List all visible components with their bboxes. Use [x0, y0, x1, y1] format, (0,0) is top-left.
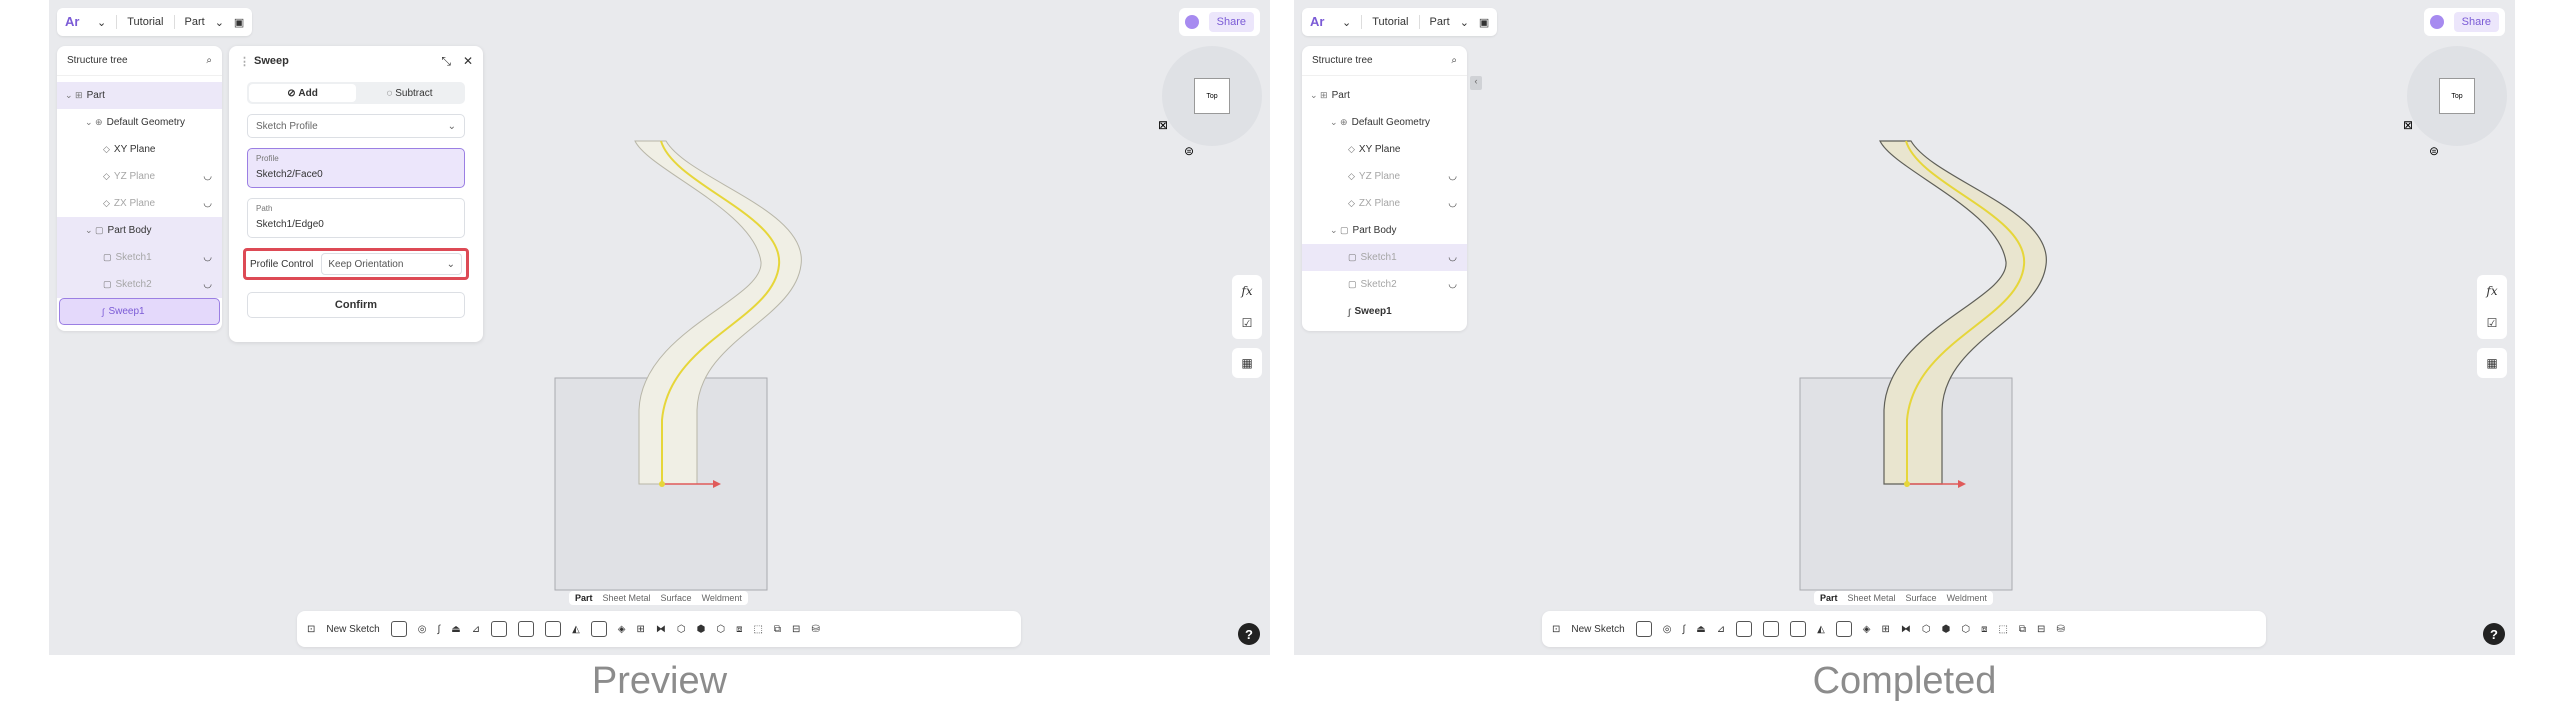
revolve-icon[interactable]: ◎	[1663, 624, 1672, 635]
view-cube[interactable]: Top	[2407, 46, 2507, 146]
move-icon[interactable]: ⬡	[677, 624, 686, 635]
fit-view-icon[interactable]: ⊠	[2403, 118, 2413, 132]
help-button[interactable]: ?	[1238, 623, 1260, 645]
table-icon[interactable]: ▦	[2486, 356, 2497, 370]
origin-point	[659, 481, 665, 487]
revolve-icon[interactable]: ◎	[418, 624, 427, 635]
measure-icon[interactable]: ⧉	[2019, 624, 2026, 635]
origin-point	[1904, 481, 1910, 487]
mirror-icon[interactable]: ⧓	[656, 624, 666, 635]
draft-icon[interactable]: ◭	[1817, 624, 1825, 635]
mirror-icon[interactable]: ⧓	[1901, 624, 1911, 635]
extrude-icon[interactable]	[1635, 621, 1652, 637]
page: Ar ⌄ Tutorial Part ⌄ ▣ Share Structure t…	[0, 0, 2560, 728]
fillet-icon[interactable]	[518, 621, 535, 637]
shell-icon[interactable]	[1835, 621, 1852, 637]
pattern-icon[interactable]: ⊞	[636, 624, 644, 635]
chamfer-icon[interactable]	[545, 621, 562, 637]
preview-panel: Ar ⌄ Tutorial Part ⌄ ▣ Share Structure t…	[49, 0, 1270, 655]
loft-icon[interactable]: ⏏	[1696, 624, 1705, 635]
side-tool-panel: fx ☑	[2477, 275, 2507, 339]
side-tool-panel-2: ▦	[1232, 348, 1262, 378]
view-cube-face-top[interactable]: Top	[2439, 78, 2475, 114]
section-icon[interactable]: ⊟	[792, 624, 800, 635]
formula-icon[interactable]: fx	[2486, 284, 2497, 298]
thicken-icon[interactable]: ◈	[1863, 624, 1871, 635]
preview-caption: Preview	[591, 660, 728, 702]
section-icon[interactable]: ⊟	[2037, 624, 2045, 635]
view-cube-face-top[interactable]: Top	[1194, 78, 1230, 114]
move-icon[interactable]: ⬡	[1922, 624, 1931, 635]
pattern-icon[interactable]: ⊞	[1881, 624, 1889, 635]
tab-surface[interactable]: Surface	[661, 593, 692, 603]
tab-part[interactable]: Part	[1820, 593, 1838, 603]
side-tool-panel-2: ▦	[2477, 348, 2507, 378]
combine-icon[interactable]: ⬢	[1942, 624, 1951, 635]
datum-icon[interactable]: ⬚	[1998, 624, 2007, 635]
chamfer-icon[interactable]	[1790, 621, 1807, 637]
tab-weldment[interactable]: Weldment	[1947, 593, 1987, 603]
combine-icon[interactable]: ⬢	[697, 624, 706, 635]
fit-view-icon[interactable]: ⊠	[1158, 118, 1168, 132]
shell-icon[interactable]	[590, 621, 607, 637]
rib-icon[interactable]: ⊿	[472, 624, 480, 635]
completed-caption: Completed	[1812, 660, 1997, 702]
mode-tabs: Part Sheet Metal Surface Weldment	[569, 591, 748, 605]
tab-sheet-metal[interactable]: Sheet Metal	[1848, 593, 1896, 603]
split-icon[interactable]: ⬡	[716, 624, 725, 635]
new-sketch-icon[interactable]: ⊡	[307, 624, 315, 635]
loft-icon[interactable]: ⏏	[451, 624, 460, 635]
tab-surface[interactable]: Surface	[1906, 593, 1937, 603]
sweep-icon[interactable]: ∫	[1682, 624, 1685, 635]
rib-icon[interactable]: ⊿	[1717, 624, 1725, 635]
fillet-icon[interactable]	[1763, 621, 1780, 637]
table-icon[interactable]: ▦	[1241, 356, 1252, 370]
scale-icon[interactable]: ⧈	[736, 624, 742, 635]
view-cube[interactable]: Top	[1162, 46, 1262, 146]
checklist-icon[interactable]: ☑	[2487, 316, 2498, 330]
split-icon[interactable]: ⬡	[1961, 624, 1970, 635]
feature-toolbar: ⊡ New Sketch ◎ ∫ ⏏ ⊿ ◭ ◈ ⊞ ⧓ ⬡ ⬢ ⬡ ⧈ ⬚ ⧉…	[1542, 611, 2266, 647]
tab-sheet-metal[interactable]: Sheet Metal	[603, 593, 651, 603]
mode-tabs: Part Sheet Metal Surface Weldment	[1814, 591, 1993, 605]
new-sketch-icon[interactable]: ⊡	[1552, 624, 1560, 635]
side-tool-panel: fx ☑	[1232, 275, 1262, 339]
assembly-icon[interactable]: ⛁	[2056, 624, 2064, 635]
hole-icon[interactable]	[1736, 621, 1753, 637]
view-mode-icon[interactable]: ⊜	[2429, 144, 2439, 158]
formula-icon[interactable]: fx	[1241, 284, 1252, 298]
scale-icon[interactable]: ⧈	[1981, 624, 1987, 635]
measure-icon[interactable]: ⧉	[774, 624, 781, 635]
tab-weldment[interactable]: Weldment	[702, 593, 742, 603]
sweep-icon[interactable]: ∫	[437, 624, 440, 635]
help-button[interactable]: ?	[2483, 623, 2505, 645]
new-sketch-button[interactable]: New Sketch	[326, 624, 379, 635]
extrude-icon[interactable]	[390, 621, 407, 637]
feature-toolbar: ⊡ New Sketch ◎ ∫ ⏏ ⊿ ◭ ◈ ⊞ ⧓ ⬡ ⬢ ⬡ ⧈ ⬚ ⧉…	[297, 611, 1021, 647]
checklist-icon[interactable]: ☑	[1242, 316, 1253, 330]
assembly-icon[interactable]: ⛁	[811, 624, 819, 635]
new-sketch-button[interactable]: New Sketch	[1571, 624, 1624, 635]
completed-panel: Ar ⌄ Tutorial Part ⌄ ▣ Share Structure t…	[1294, 0, 2515, 655]
draft-icon[interactable]: ◭	[572, 624, 580, 635]
viewport-canvas[interactable]	[1294, 0, 2515, 655]
viewport-canvas[interactable]	[49, 0, 1270, 655]
view-mode-icon[interactable]: ⊜	[1184, 144, 1194, 158]
datum-icon[interactable]: ⬚	[753, 624, 762, 635]
hole-icon[interactable]	[491, 621, 508, 637]
tab-part[interactable]: Part	[575, 593, 593, 603]
thicken-icon[interactable]: ◈	[618, 624, 626, 635]
